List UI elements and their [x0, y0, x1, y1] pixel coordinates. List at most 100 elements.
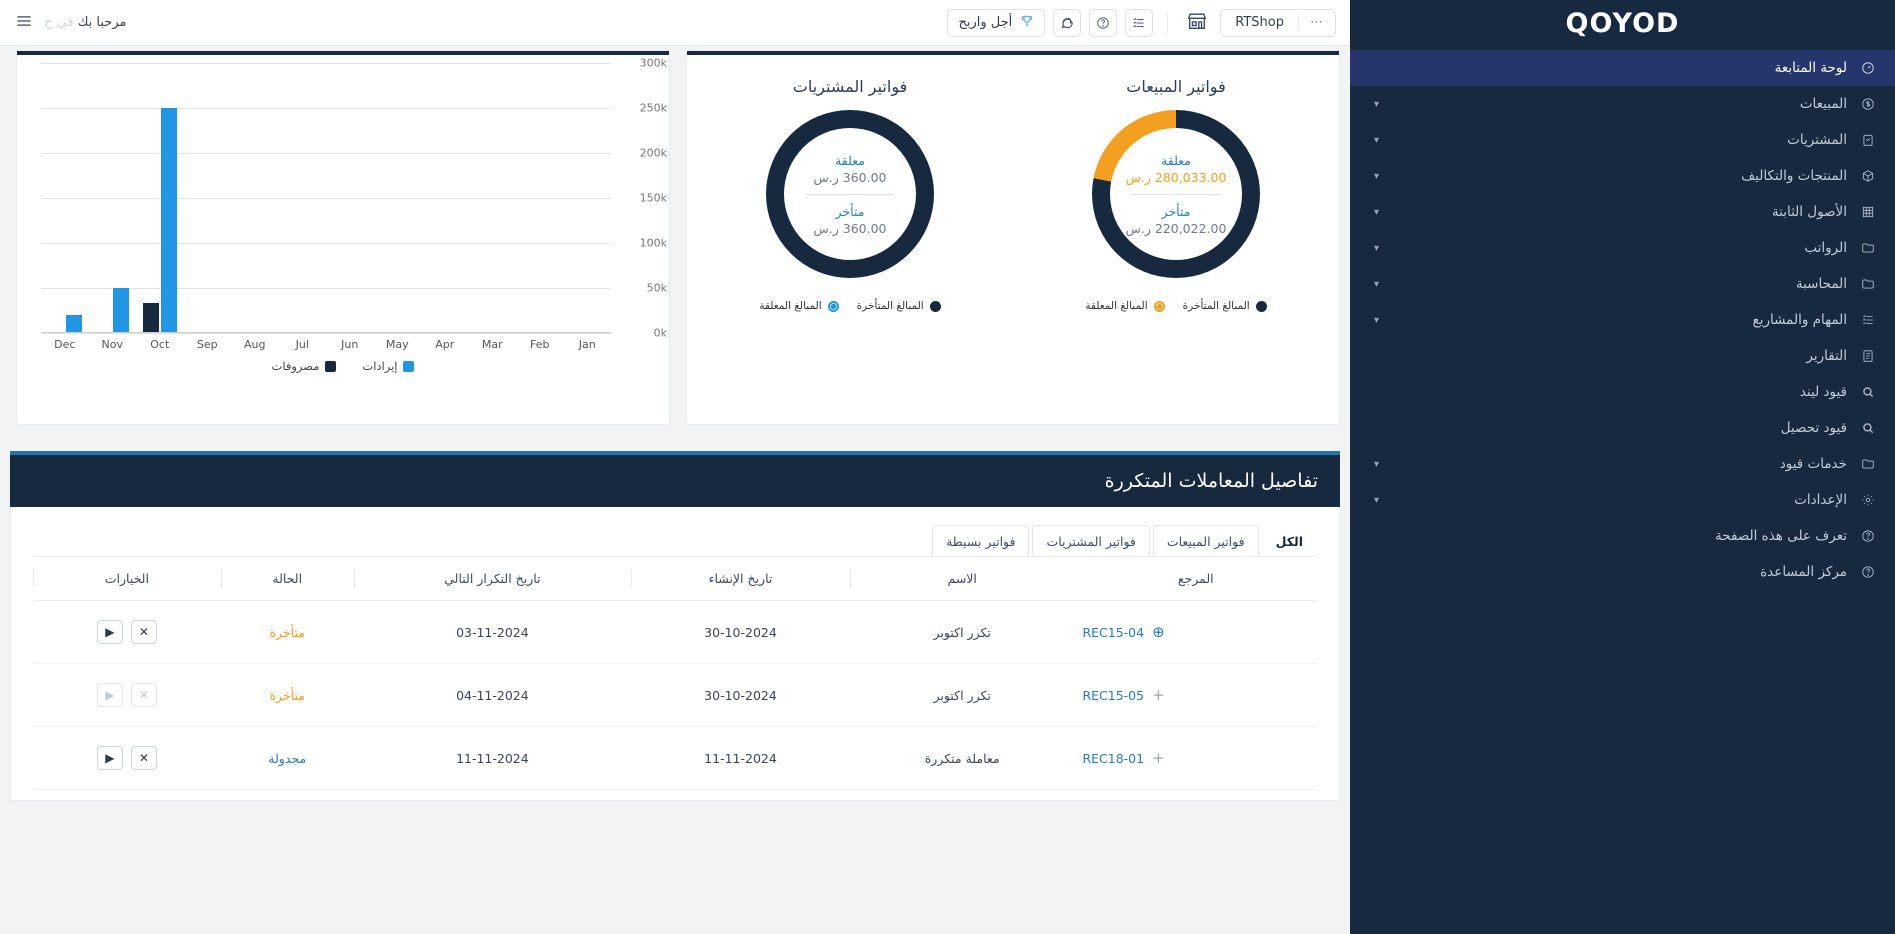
sidebar-item-10[interactable]: قيود تحصيل — [1350, 410, 1895, 446]
bar-group[interactable] — [564, 63, 612, 333]
chevron-down-icon[interactable]: ▾ — [1374, 459, 1379, 470]
top-bar: ⋯ RTShop أجل واربح — [0, 0, 1350, 46]
cell-options: ✕▶ — [33, 727, 221, 790]
run-button[interactable]: ▶ — [97, 683, 123, 707]
sidebar-item-3[interactable]: المنتجات والتكاليف ▾ — [1350, 158, 1895, 194]
column-header[interactable]: تاريخ الإنشاء — [631, 557, 850, 601]
shop-selector[interactable]: ⋯ RTShop — [1220, 9, 1336, 37]
x-axis-tick: Oct — [136, 333, 184, 355]
sidebar-item-4[interactable]: الأصول الثابتة▾ — [1350, 194, 1895, 230]
bar-group[interactable] — [516, 63, 564, 333]
bar-expense[interactable] — [143, 303, 159, 333]
revenue-expenses-chart-card: 0k50k100k150k200k250k300kDecNovOctSepAug… — [16, 50, 670, 425]
purchases-donut[interactable]: معلقة 360.00 ر.س متأخر 360.00 ر.س — [766, 110, 934, 278]
hamburger-icon[interactable] — [14, 11, 34, 35]
chevron-down-icon[interactable]: ▾ — [1374, 207, 1379, 218]
bar-chart-plot[interactable]: 0k50k100k150k200k250k300kDecNovOctSepAug… — [17, 55, 669, 355]
table-row[interactable]: +REC18-01معاملة متكررة11-11-202411-11-20… — [33, 727, 1317, 790]
sidebar-item-11[interactable]: خدمات قيود▾ — [1350, 446, 1895, 482]
sidebar-item-12[interactable]: الإعدادات▾ — [1350, 482, 1895, 518]
radio-blue-icon — [828, 301, 839, 312]
chat-icon[interactable] — [1053, 9, 1081, 37]
magnifier-icon — [1857, 385, 1879, 399]
chevron-down-icon[interactable]: ▾ — [1374, 243, 1379, 254]
bar-group[interactable] — [89, 63, 137, 333]
column-header[interactable]: الحالة — [221, 557, 354, 601]
column-header[interactable]: الخيارات — [33, 557, 221, 601]
sidebar-item-14[interactable]: مركز المساعدة — [1350, 554, 1895, 590]
expand-row-icon[interactable]: ⊕ — [1152, 623, 1165, 641]
gear-icon — [1857, 493, 1879, 507]
run-button[interactable]: ▶ — [97, 746, 123, 770]
chevron-down-icon[interactable]: ▾ — [1374, 99, 1379, 110]
bar-group[interactable] — [136, 63, 184, 333]
chevron-down-icon[interactable]: ▾ — [1374, 495, 1379, 506]
bar-revenue[interactable] — [113, 288, 129, 333]
bar-group[interactable] — [469, 63, 517, 333]
sales-radio-pending[interactable]: المبالغ المعلقة — [1085, 300, 1164, 312]
status-badge: متأخرة — [270, 625, 305, 640]
bar-group[interactable] — [184, 63, 232, 333]
bar-group[interactable] — [374, 63, 422, 333]
cell-status: مجدولة — [221, 727, 354, 790]
expand-row-icon[interactable]: + — [1152, 749, 1165, 767]
cell-created-date: 30-10-2024 — [631, 664, 850, 727]
bar-group[interactable] — [41, 63, 89, 333]
chevron-down-icon[interactable]: ▾ — [1374, 315, 1379, 326]
purchases-radio-pending[interactable]: المبالغ المعلقة — [759, 300, 838, 312]
tab-2[interactable]: فواتير المشتريات — [1032, 525, 1149, 556]
tab-0[interactable]: الكل — [1262, 525, 1317, 556]
bar-group[interactable] — [279, 63, 327, 333]
column-header[interactable]: المرجع — [1074, 557, 1317, 601]
sidebar-item-13[interactable]: تعرف على هذه الصفحة — [1350, 518, 1895, 554]
bar-revenue[interactable] — [161, 108, 177, 333]
close-button[interactable]: ✕ — [131, 683, 157, 707]
cell-options: ✕▶ — [33, 601, 221, 664]
tab-label: الكل — [1276, 534, 1303, 549]
sidebar-item-label: المنتجات والتكاليف — [1741, 168, 1847, 184]
chevron-down-icon[interactable]: ▾ — [1374, 171, 1379, 182]
sidebar-item-9[interactable]: قيود ليند — [1350, 374, 1895, 410]
sidebar-item-1[interactable]: المبيعات▾ — [1350, 86, 1895, 122]
question-icon[interactable] — [1089, 9, 1117, 37]
sidebar-item-7[interactable]: المهام والمشاريع▾ — [1350, 302, 1895, 338]
chevron-down-icon[interactable]: ▾ — [1374, 279, 1379, 290]
column-header[interactable]: الاسم — [850, 557, 1074, 601]
sales-donut[interactable]: معلقة 280,033.00 ر.س متأخر 220,022.00 ر.… — [1092, 110, 1260, 278]
reference-link[interactable]: REC15-04 — [1082, 625, 1144, 640]
brand-logo[interactable]: QOYOD — [1350, 0, 1895, 46]
checklist-icon[interactable] — [1125, 9, 1153, 37]
sales-donut-separator — [1132, 194, 1220, 195]
close-button[interactable]: ✕ — [131, 620, 157, 644]
sidebar-item-2[interactable]: المشتريات▾ — [1350, 122, 1895, 158]
sidebar-item-5[interactable]: الرواتب▾ — [1350, 230, 1895, 266]
sidebar-item-8[interactable]: التقارير — [1350, 338, 1895, 374]
legend-item[interactable]: مصروفات — [272, 359, 337, 373]
tab-3[interactable]: فواتير بسيطة — [932, 525, 1029, 556]
chevron-down-icon[interactable]: ▾ — [1374, 135, 1379, 146]
purchases-radio-overdue[interactable]: المبالغ المتأخرة — [857, 300, 941, 312]
sales-radio-overdue[interactable]: المبالغ المتأخرة — [1183, 300, 1267, 312]
shop-more-icon[interactable]: ⋯ — [1298, 15, 1335, 30]
bar-group[interactable] — [421, 63, 469, 333]
column-header[interactable]: تاريخ التكرار التالي — [354, 557, 631, 601]
tab-1[interactable]: فواتير المبيعات — [1153, 525, 1259, 556]
sidebar-item-0[interactable]: لوحة المتابعة — [1350, 50, 1895, 86]
close-button[interactable]: ✕ — [131, 746, 157, 770]
table-row[interactable]: +REC15-05تكرر اكتوبر30-10-202404-11-2024… — [33, 664, 1317, 727]
x-axis-tick: Feb — [516, 333, 564, 355]
run-button[interactable]: ▶ — [97, 620, 123, 644]
bar-group[interactable] — [326, 63, 374, 333]
expand-row-icon[interactable]: + — [1152, 686, 1165, 704]
table-row[interactable]: ⊕REC15-04تكرر اكتوبر30-10-202403-11-2024… — [33, 601, 1317, 664]
cell-created-date: 11-11-2024 — [631, 727, 850, 790]
bar-revenue[interactable] — [66, 315, 82, 333]
promo-button[interactable]: أجل واربح — [947, 9, 1045, 37]
sales-overdue-label: متأخر — [1162, 204, 1191, 219]
sidebar-item-6[interactable]: المحاسبة▾ — [1350, 266, 1895, 302]
bar-group[interactable] — [231, 63, 279, 333]
reference-link[interactable]: REC18-01 — [1082, 751, 1144, 766]
legend-item[interactable]: إيرادات — [362, 359, 414, 373]
table-body: ⊕REC15-04تكرر اكتوبر30-10-202403-11-2024… — [33, 601, 1317, 790]
reference-link[interactable]: REC15-05 — [1082, 688, 1144, 703]
